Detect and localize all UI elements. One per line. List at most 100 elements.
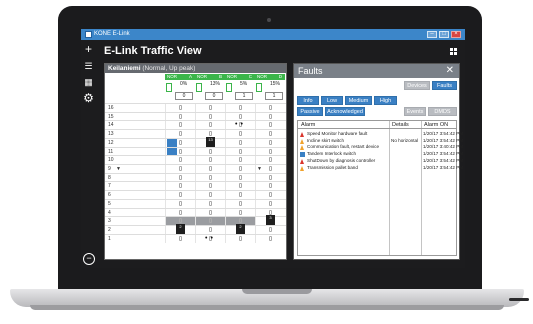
- floor-row: 4: [105, 207, 286, 217]
- car-id: C: [248, 74, 252, 79]
- filter-high-button[interactable]: High: [374, 96, 397, 105]
- filter-medium-button[interactable]: Medium: [345, 96, 372, 105]
- filter-info-button[interactable]: Info: [297, 96, 319, 105]
- events-button[interactable]: Events: [404, 107, 426, 116]
- landing-call-icon: [269, 113, 272, 119]
- close-icon[interactable]: ✕: [446, 64, 454, 77]
- floor-row: 33: [105, 215, 286, 226]
- landing-call-icon: [239, 200, 242, 206]
- landing-call-icon: [209, 131, 212, 137]
- landing-call-icon: [209, 218, 212, 224]
- landing-call-icon: [239, 183, 242, 189]
- elevator-car-icon[interactable]: 13: [206, 136, 215, 147]
- landing-call-icon: [239, 192, 242, 198]
- dmds-faults-button[interactable]: DMDS Faults: [428, 107, 457, 124]
- floor-number: 1: [108, 235, 111, 242]
- car-count: 0: [205, 92, 223, 100]
- floor-row: 7: [105, 181, 286, 191]
- landing-call-icon: [269, 209, 272, 215]
- traffic-panel-header: Keilaniemi (Normal, Up peak): [105, 64, 286, 73]
- add-icon[interactable]: +: [81, 43, 96, 55]
- landing-call-icon: [209, 209, 212, 215]
- alarm-text: Incline skirt switch: [307, 137, 345, 143]
- left-sidebar: + ☰ ▦ ⚙ −: [81, 40, 96, 268]
- passenger-dots-icon: ••: [205, 234, 216, 242]
- landing-call-icon: [179, 157, 182, 163]
- shaft-cell[interactable]: [225, 234, 255, 243]
- car-d[interactable]: NOR D 15% 1: [255, 74, 285, 102]
- floor-row: 10: [105, 155, 286, 165]
- floor-row: 5: [105, 198, 286, 208]
- table-row[interactable]: Incline skirt switch No horizontal 1/20/17…: [298, 137, 463, 145]
- column-alarm-on[interactable]: Alarm ON: [424, 121, 448, 129]
- filter-passive-button[interactable]: Passive: [297, 107, 323, 116]
- screen: KONE E-Link – □ × + ☰ ▦ ⚙ − E-Link Traff…: [81, 29, 465, 268]
- car-a-header: NOR A: [165, 74, 195, 80]
- window-title: KONE E-Link: [94, 31, 130, 37]
- shaft-cell[interactable]: [165, 234, 195, 243]
- car-b[interactable]: NOR B 13% 0: [195, 74, 225, 102]
- main-content: E-Link Traffic View Keilaniemi (Normal, …: [96, 40, 465, 268]
- exit-icon[interactable]: −: [83, 253, 95, 265]
- table-row[interactable]: ShutDown by diagnosis controller 1/20/17 …: [298, 157, 463, 165]
- apps-grid-icon[interactable]: ▦: [81, 76, 96, 88]
- table-row[interactable]: Transmission pallet band 1/20/17 3:54:42 …: [298, 165, 463, 172]
- landing-call-icon: [269, 131, 272, 137]
- column-details[interactable]: Details: [392, 121, 409, 129]
- car-d-header: NOR D: [255, 74, 285, 80]
- settings-icon[interactable]: ⚙: [81, 92, 96, 104]
- car-status: NOR: [227, 74, 237, 79]
- column-alarm[interactable]: Alarm: [301, 121, 315, 129]
- landing-call-icon: [269, 105, 272, 110]
- elevator-car-icon[interactable]: 3: [266, 215, 275, 226]
- landing-call-icon: [179, 200, 182, 206]
- landing-call-icon: [179, 183, 182, 189]
- floor-row: 222: [105, 224, 286, 235]
- floor-row: 9 ▼ ▼: [105, 164, 286, 174]
- alarm-table: Alarm Details Alarm ON Speed Monitor har…: [297, 120, 463, 256]
- landing-call-icon: [209, 183, 212, 189]
- table-row[interactable]: Speed Monitor hardware fault 1/20/17 3:54…: [298, 131, 463, 138]
- landing-call-icon: [269, 157, 272, 163]
- car-b-header: NOR B: [195, 74, 225, 80]
- car-status: NOR: [257, 74, 267, 79]
- faults-title: Faults: [298, 66, 323, 76]
- warning-icon: [300, 158, 304, 164]
- floor-row: 8: [105, 172, 286, 182]
- alarm-time: 1/20/17 3:54:42 PM: [423, 131, 464, 136]
- table-row[interactable]: Communication fault, restart device 1/20/…: [298, 144, 463, 151]
- shaft-cell[interactable]: [255, 234, 285, 243]
- car-count: 1: [235, 92, 253, 100]
- warning-icon: [300, 138, 304, 144]
- filter-low-button[interactable]: Low: [321, 96, 343, 105]
- floor-row: 12 13: [105, 136, 286, 147]
- traffic-panel: Keilaniemi (Normal, Up peak) NOR A 0% 0 N…: [104, 63, 287, 260]
- minimize-button[interactable]: –: [427, 31, 437, 38]
- floor-row: 14 ••: [105, 120, 286, 130]
- landing-call-icon: [269, 227, 272, 233]
- alarm-text: Communication fault, restart device: [307, 144, 379, 150]
- car-count: 0: [175, 92, 193, 100]
- warning-icon: [300, 132, 304, 137]
- car-c[interactable]: NOR C 5% 1: [225, 74, 255, 102]
- shaft-cell[interactable]: ••: [195, 234, 225, 243]
- table-row[interactable]: Tandem Interlock switch 1/20/17 3:54:42 P…: [298, 151, 463, 158]
- landing-call-icon: [269, 200, 272, 206]
- elevator-car-icon[interactable]: 2: [236, 224, 245, 235]
- alarm-text: ShutDown by diagnosis controller: [307, 157, 376, 163]
- devices-button[interactable]: Devices: [404, 81, 430, 90]
- car-a[interactable]: NOR A 0% 0: [165, 74, 195, 102]
- menu-icon[interactable]: ☰: [81, 60, 96, 72]
- landing-call-icon: [239, 166, 242, 172]
- close-window-button[interactable]: ×: [451, 31, 461, 38]
- maximize-button[interactable]: □: [439, 31, 449, 38]
- elevator-car-icon[interactable]: 2: [176, 224, 185, 235]
- landing-call-icon: [209, 148, 212, 154]
- car-door-icon: [196, 83, 202, 92]
- view-grid-icon[interactable]: [450, 48, 457, 55]
- landing-call-icon: [209, 166, 212, 172]
- landing-call-icon: [209, 122, 212, 128]
- faults-button[interactable]: Faults: [432, 81, 457, 90]
- faults-panel: Faults ✕ Devices Faults Info Low Medium …: [293, 63, 463, 260]
- filter-acknowledged-button[interactable]: Acknowledged: [325, 107, 365, 116]
